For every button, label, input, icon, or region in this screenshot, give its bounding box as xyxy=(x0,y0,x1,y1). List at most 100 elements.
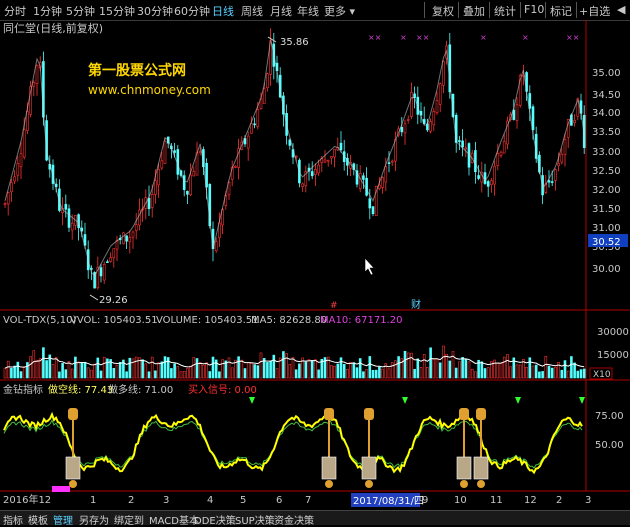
volume-bar xyxy=(272,354,276,379)
vol-tick: 15000 xyxy=(597,350,629,361)
candle-body xyxy=(157,169,160,186)
candle-body xyxy=(406,119,410,121)
ind-tick: 50.00 xyxy=(595,440,624,451)
tab-capital[interactable]: 资金决策 xyxy=(274,512,314,527)
tab-bind-to[interactable]: 绑定到 xyxy=(114,512,144,527)
candle-body xyxy=(182,175,186,190)
candle-body xyxy=(390,160,394,163)
volume-bar xyxy=(413,368,416,379)
candle-body xyxy=(256,109,260,127)
tab-30min[interactable]: 30分钟 xyxy=(137,3,173,19)
volume-bar xyxy=(86,367,90,379)
tab-yearly[interactable]: 年线 xyxy=(297,3,319,19)
candle-body xyxy=(106,261,109,264)
statistics-button[interactable]: 统计 xyxy=(494,3,516,19)
candle-body xyxy=(326,159,330,162)
volume-bar xyxy=(339,357,343,379)
volume-bar xyxy=(275,368,279,379)
volume-bar xyxy=(550,367,554,379)
watermark-url: www.chnmoney.com xyxy=(88,83,211,97)
volume-bar xyxy=(381,368,384,379)
volume-bar xyxy=(227,357,231,379)
tab-intraday[interactable]: 分时 xyxy=(4,3,26,19)
candle-body xyxy=(464,147,468,150)
candle-body xyxy=(102,264,106,281)
volume-bar xyxy=(26,362,29,379)
volume-bar xyxy=(3,367,7,379)
date-tick: 1 xyxy=(90,495,96,506)
long-line-plot xyxy=(3,419,583,469)
candle-body xyxy=(198,151,202,153)
candle-body xyxy=(429,121,432,132)
volume-bar xyxy=(266,362,269,379)
volume-bar xyxy=(288,364,292,379)
tab-monthly[interactable]: 月线 xyxy=(270,3,292,19)
tab-5min[interactable]: 5分钟 xyxy=(66,3,95,19)
volume-bar xyxy=(365,369,368,379)
mark-button[interactable]: 标记 xyxy=(550,3,572,19)
vol-indicator-name: VOL-TDX(5,10) xyxy=(3,315,76,326)
toolbar-divider xyxy=(424,2,425,18)
tab-daily[interactable]: 日线 xyxy=(212,3,234,19)
volume-bar xyxy=(358,358,362,379)
volume-bar xyxy=(502,356,506,379)
finance-event-badge[interactable]: 财 xyxy=(411,298,421,311)
candle-body xyxy=(160,160,164,169)
volume-bar xyxy=(221,359,224,379)
add-favorite-button[interactable]: +自选 xyxy=(579,3,610,19)
kline-chart[interactable]: 同仁堂(日线,前复权) 第一股票公式网 www.chnmoney.com 35.… xyxy=(0,20,630,510)
candle-body xyxy=(317,164,320,174)
tab-indicator[interactable]: 指标 xyxy=(3,512,23,527)
candle-body xyxy=(435,100,439,114)
volume-bar xyxy=(336,363,340,379)
volume-bar xyxy=(253,364,256,379)
volume-bar xyxy=(352,362,356,379)
tab-macd[interactable]: MACD基本 xyxy=(149,512,199,527)
volume-bar xyxy=(147,371,151,379)
more-label: 更多 xyxy=(324,5,346,18)
tab-more[interactable]: 更多 ▾ xyxy=(324,3,355,19)
event-badge[interactable]: # xyxy=(330,301,338,311)
tab-dde[interactable]: DDE决策 xyxy=(194,512,236,527)
date-axis-start: 2016年12 xyxy=(3,493,51,506)
date-tick: 3 xyxy=(163,495,169,506)
toolbar-divider xyxy=(489,2,490,18)
candle-body xyxy=(371,206,375,214)
restore-rights-button[interactable]: 复权 xyxy=(432,3,454,19)
tab-weekly[interactable]: 周线 xyxy=(241,3,263,19)
candle-body xyxy=(70,222,74,231)
date-tick: 10 xyxy=(454,495,467,506)
watermark-title: 第一股票公式网 xyxy=(88,62,186,79)
candle-body xyxy=(496,153,500,166)
volume-bar xyxy=(182,370,186,379)
tab-sup[interactable]: SUP决策 xyxy=(235,512,275,527)
candle-body xyxy=(413,93,416,98)
low-pointer xyxy=(89,294,99,301)
date-tick: 5 xyxy=(240,495,246,506)
volume-bar xyxy=(394,360,397,379)
tab-manage[interactable]: 管理 xyxy=(53,512,73,527)
tab-15min[interactable]: 15分钟 xyxy=(99,3,135,19)
stock-title: 同仁堂(日线,前复权) xyxy=(3,21,103,35)
tab-save-as[interactable]: 另存为 xyxy=(79,512,109,527)
volume-bar xyxy=(397,356,400,379)
candle-body xyxy=(10,182,13,193)
volume-bar xyxy=(566,370,570,379)
volume-bar xyxy=(541,371,544,379)
tab-60min[interactable]: 60分钟 xyxy=(174,3,210,19)
volume-bar xyxy=(10,367,13,379)
tab-1min[interactable]: 1分钟 xyxy=(33,3,62,19)
signal-marker: ×× xyxy=(368,33,381,42)
candle-body xyxy=(122,232,125,244)
price-tick: 35.00 xyxy=(592,68,621,79)
volume-bar xyxy=(387,368,391,379)
candle-body xyxy=(358,173,362,190)
volume-bar xyxy=(70,368,74,379)
collapse-arrow-icon[interactable]: ◀ xyxy=(617,3,625,16)
candle-body xyxy=(253,123,256,126)
candle-body xyxy=(131,231,135,238)
tab-template[interactable]: 模板 xyxy=(28,512,48,527)
f10-button[interactable]: F10 xyxy=(524,3,544,16)
overlay-button[interactable]: 叠加 xyxy=(463,3,485,19)
candle-body xyxy=(186,190,189,195)
